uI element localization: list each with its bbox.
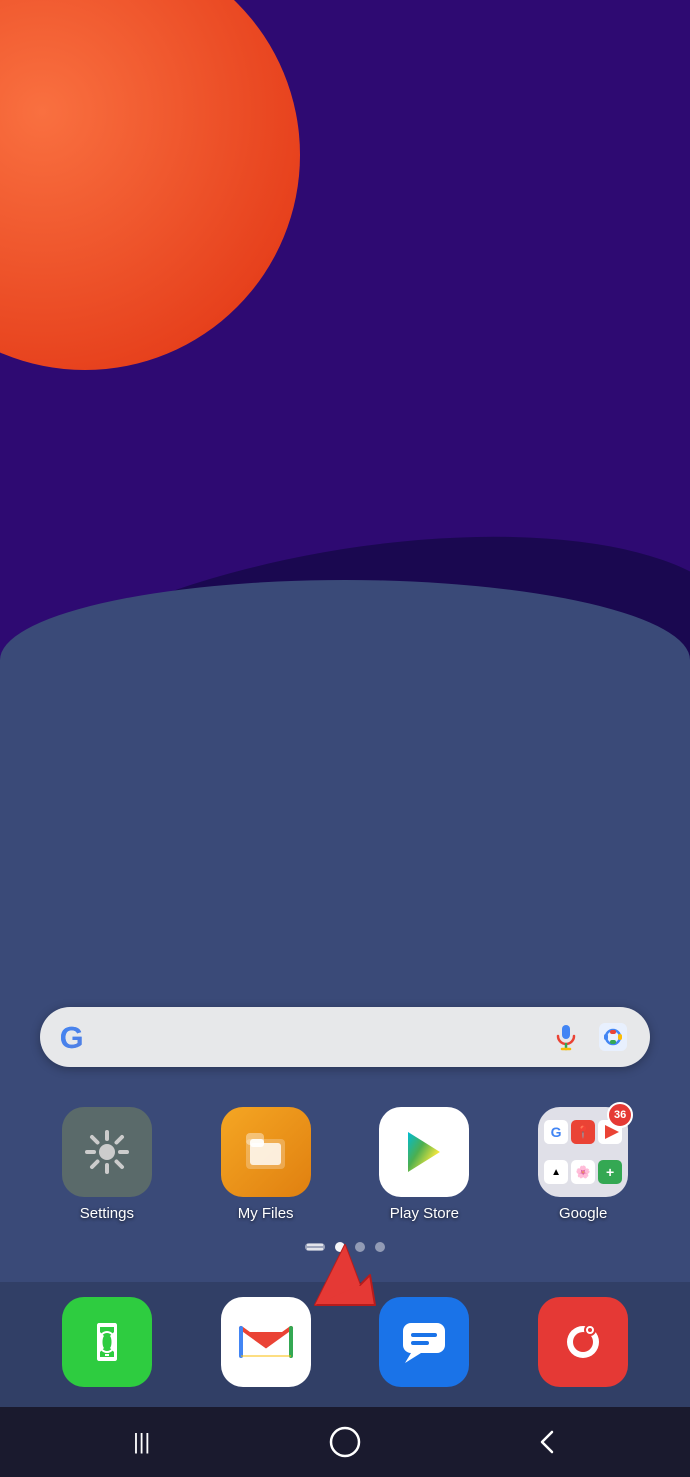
app-google-folder[interactable]: G 📍 ▲ 🌸 + 36 Google bbox=[506, 1107, 660, 1222]
google-lens-icon[interactable] bbox=[594, 1018, 632, 1056]
back-button[interactable] bbox=[518, 1422, 578, 1462]
google-folder-label: Google bbox=[559, 1205, 607, 1222]
recent-apps-button[interactable]: ||| bbox=[112, 1422, 172, 1462]
settings-label: Settings bbox=[80, 1205, 134, 1222]
voice-search-icon[interactable] bbox=[548, 1019, 584, 1055]
search-bar-container: G G bbox=[0, 1007, 690, 1067]
phone-icon bbox=[62, 1297, 152, 1387]
app-grid: Settings My Files bbox=[0, 1107, 690, 1222]
dock-phone[interactable] bbox=[30, 1297, 184, 1387]
svg-text:G: G bbox=[60, 1021, 84, 1055]
cursor-hand-icon bbox=[310, 1240, 380, 1322]
app-myfiles[interactable]: My Files bbox=[189, 1107, 343, 1222]
google-logo-icon: G G bbox=[58, 1019, 94, 1055]
home-screen: G G bbox=[0, 0, 690, 1477]
google-search-bar[interactable]: G G bbox=[40, 1007, 650, 1067]
navigation-bar: ||| bbox=[0, 1407, 690, 1477]
myfiles-label: My Files bbox=[238, 1205, 294, 1222]
google-folder-badge: 36 bbox=[607, 1102, 633, 1128]
app-settings[interactable]: Settings bbox=[30, 1107, 184, 1222]
playstore-label: Play Store bbox=[390, 1205, 459, 1222]
dock-record[interactable] bbox=[506, 1297, 660, 1387]
playstore-icon bbox=[379, 1107, 469, 1197]
myfiles-icon bbox=[221, 1107, 311, 1197]
settings-icon bbox=[62, 1107, 152, 1197]
home-button[interactable] bbox=[315, 1422, 375, 1462]
app-playstore[interactable]: Play Store bbox=[348, 1107, 502, 1222]
gmail-icon bbox=[221, 1297, 311, 1387]
messages-icon bbox=[379, 1297, 469, 1387]
record-icon bbox=[538, 1297, 628, 1387]
